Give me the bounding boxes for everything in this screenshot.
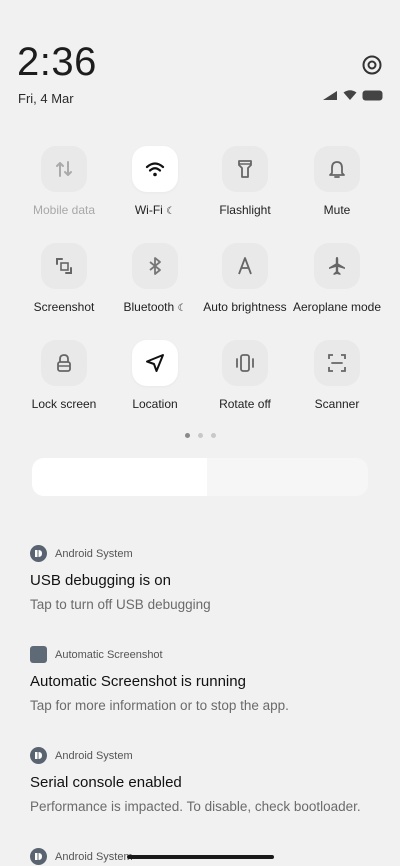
android-system-icon: [30, 848, 47, 865]
scanner-icon: [328, 354, 346, 372]
tile-label: Aeroplane mode: [292, 300, 382, 314]
status-header: 2:36 Fri, 4 Mar: [0, 0, 400, 120]
aeroplane-icon: [329, 257, 345, 275]
tile-mobile-data[interactable]: Mobile data: [16, 146, 112, 217]
tile-label: Scanner: [314, 397, 360, 411]
tile-button[interactable]: [132, 146, 178, 192]
auto-brightness-icon: [238, 257, 252, 275]
tile-wifi[interactable]: Wi-Fi ☾: [107, 146, 203, 217]
mobile-data-icon: [56, 161, 72, 177]
tile-button[interactable]: [132, 340, 178, 386]
tile-button[interactable]: [41, 243, 87, 289]
moon-icon: ☾: [177, 303, 187, 314]
tile-aeroplane-mode[interactable]: Aeroplane mode: [289, 243, 385, 314]
tile-label-text: Wi-Fi: [134, 203, 163, 217]
tile-label: Mute: [323, 203, 351, 217]
tile-mute[interactable]: Mute: [289, 146, 385, 217]
clock[interactable]: 2:36: [17, 40, 97, 85]
wifi-icon: [343, 90, 357, 100]
tile-button[interactable]: [222, 340, 268, 386]
notification-app-name: Automatic Screenshot: [55, 648, 163, 661]
tile-button[interactable]: [314, 243, 360, 289]
notification-app-name: Android System: [55, 749, 133, 762]
automatic-screenshot-icon: [30, 646, 47, 663]
notification-app-name: Android System: [55, 547, 133, 560]
bluetooth-icon: [149, 257, 161, 275]
tile-label-text: Bluetooth: [123, 300, 175, 314]
flashlight-icon: [238, 160, 252, 178]
moon-icon: ☾: [166, 206, 176, 217]
notification-title: Serial console enabled: [30, 774, 182, 791]
signal-icon: [323, 91, 337, 100]
tile-label: Screenshot: [33, 300, 95, 314]
tile-label: Mobile data: [32, 203, 96, 217]
tile-rotate-off[interactable]: Rotate off: [197, 340, 293, 411]
notification-usb-debugging[interactable]: Android System USB debugging is on Tap t…: [30, 545, 375, 612]
settings-icon: [362, 55, 382, 75]
tile-button[interactable]: [41, 340, 87, 386]
tile-button[interactable]: [314, 340, 360, 386]
page-dot[interactable]: [210, 433, 216, 438]
tile-lock-screen[interactable]: Lock screen: [16, 340, 112, 411]
tile-button[interactable]: [222, 243, 268, 289]
settings-button[interactable]: [361, 54, 383, 76]
rotate-icon: [236, 354, 254, 372]
tile-flashlight[interactable]: Flashlight: [197, 146, 293, 217]
home-indicator[interactable]: [127, 855, 274, 859]
date[interactable]: Fri, 4 Mar: [18, 91, 74, 106]
tile-button[interactable]: [41, 146, 87, 192]
tile-label: Lock screen: [31, 397, 97, 411]
battery-icon: [362, 90, 383, 101]
tile-button[interactable]: [222, 146, 268, 192]
notification-body: Tap to turn off USB debugging: [30, 597, 211, 612]
tile-auto-brightness[interactable]: Auto brightness: [197, 243, 293, 314]
tile-location[interactable]: Location: [107, 340, 203, 411]
notification-serial-console[interactable]: Android System Serial console enabled Pe…: [30, 747, 375, 814]
tile-screenshot[interactable]: Screenshot: [16, 243, 112, 314]
page-dot[interactable]: [184, 433, 190, 438]
location-icon: [146, 354, 164, 372]
wifi-icon: [145, 162, 165, 177]
tile-label: Bluetooth ☾: [107, 300, 203, 314]
brightness-slider[interactable]: [32, 458, 368, 496]
tile-label: Auto brightness: [203, 300, 287, 314]
screenshot-icon: [56, 258, 72, 274]
tile-scanner[interactable]: Scanner: [289, 340, 385, 411]
notification-body: Performance is impacted. To disable, che…: [30, 799, 361, 814]
bell-icon: [329, 161, 345, 178]
page-dot[interactable]: [197, 433, 203, 438]
tile-label: Location: [132, 397, 178, 411]
notification-automatic-screenshot[interactable]: Automatic Screenshot Automatic Screensho…: [30, 646, 375, 713]
tile-label: Rotate off: [219, 397, 271, 411]
lock-icon: [57, 354, 71, 372]
system-status-icons: [322, 90, 383, 101]
notification-title: USB debugging is on: [30, 572, 171, 589]
notification-title: Automatic Screenshot is running: [30, 673, 246, 690]
android-system-icon: [30, 747, 47, 764]
notification-app-name: Android System: [55, 850, 133, 863]
tile-button[interactable]: [132, 243, 178, 289]
tile-bluetooth[interactable]: Bluetooth ☾: [107, 243, 203, 314]
tile-label: Flashlight: [219, 203, 271, 217]
android-system-icon: [30, 545, 47, 562]
notification-body: Tap for more information or to stop the …: [30, 698, 289, 713]
tile-label: Wi-Fi ☾: [107, 203, 203, 217]
brightness-fill: [32, 458, 207, 496]
tile-button[interactable]: [314, 146, 360, 192]
page-indicator: [0, 433, 400, 438]
